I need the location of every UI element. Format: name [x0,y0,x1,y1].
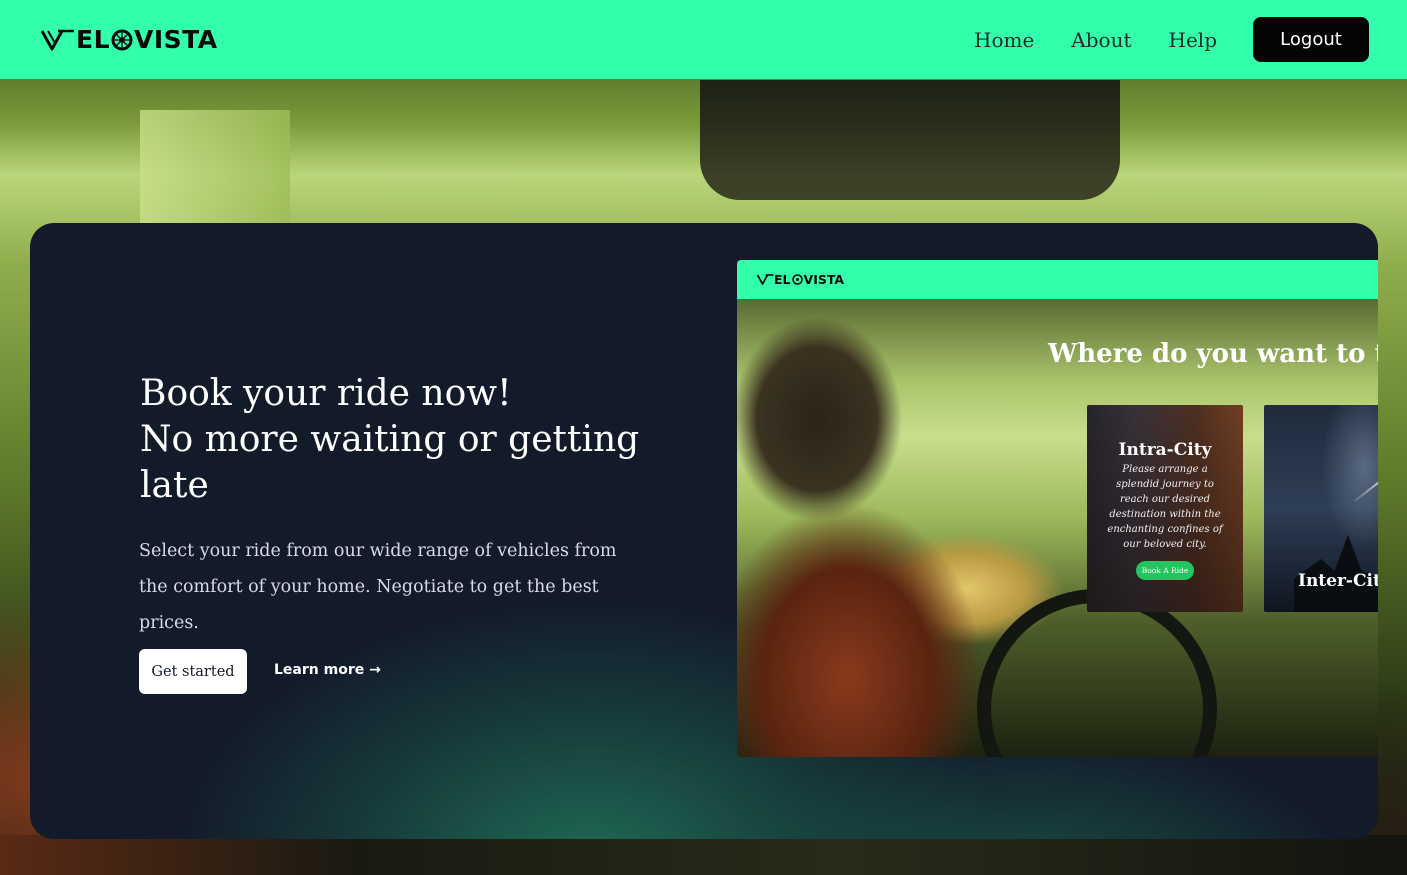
ride-card-inter-city: Inter-Cit [1264,405,1378,612]
ride-card-title: Inter-Cit [1298,571,1378,591]
preview-logo: EL VISTA [757,272,844,287]
preview-hero: Where do you want to t Intra-City Please… [737,299,1378,757]
wheel-icon [111,29,133,50]
nav-links: Home About Help Logout [974,17,1369,62]
preview-title: Where do you want to t [1048,339,1378,369]
background-dashboard [0,835,1407,875]
nav-link-home[interactable]: Home [974,28,1034,52]
preview-logo-prefix: EL [774,272,791,287]
hero-card: Book your ride now! No more waiting or g… [30,223,1378,839]
logo-text-suffix: VISTA [134,25,218,54]
ride-card-description: Please arrange a splendid journey to rea… [1107,464,1223,550]
book-a-ride-button[interactable]: Book A Ride [1135,561,1195,580]
nav-link-about[interactable]: About [1071,28,1131,52]
ride-card-title: Intra-City [1118,440,1212,460]
background-pillar [140,110,290,230]
hero-description: Select your ride from our wide range of … [139,541,617,633]
nav-link-help[interactable]: Help [1169,28,1217,52]
navbar: EL VISTA Home About Help Logout [0,0,1407,79]
preview-navbar: EL VISTA [737,260,1378,299]
learn-more-link[interactable]: Learn more → [274,662,381,678]
get-started-button[interactable]: Get started [139,649,247,694]
brand-logo[interactable]: EL VISTA [41,25,218,54]
background-rearview-mirror [700,80,1120,200]
v-chevron-icon [41,29,74,50]
ride-card-intra-city: Intra-City Please arrange a splendid jou… [1087,405,1243,612]
wheel-icon [791,274,803,285]
shooting-star-graphic [1353,469,1378,503]
logo-text-prefix: EL [76,25,111,54]
app-preview-screenshot: EL VISTA Where do you want to t Intra-Ci… [737,260,1378,757]
hero-headline-line-2: No more waiting or getting late [140,419,640,506]
v-chevron-icon [757,274,774,285]
preview-logo-suffix: VISTA [803,272,845,287]
hero-headline-line-1: Book your ride now! [140,373,512,414]
steering-wheel-graphic [977,589,1217,757]
logout-button[interactable]: Logout [1253,17,1369,62]
hero-headline: Book your ride now! No more waiting or g… [140,371,660,509]
